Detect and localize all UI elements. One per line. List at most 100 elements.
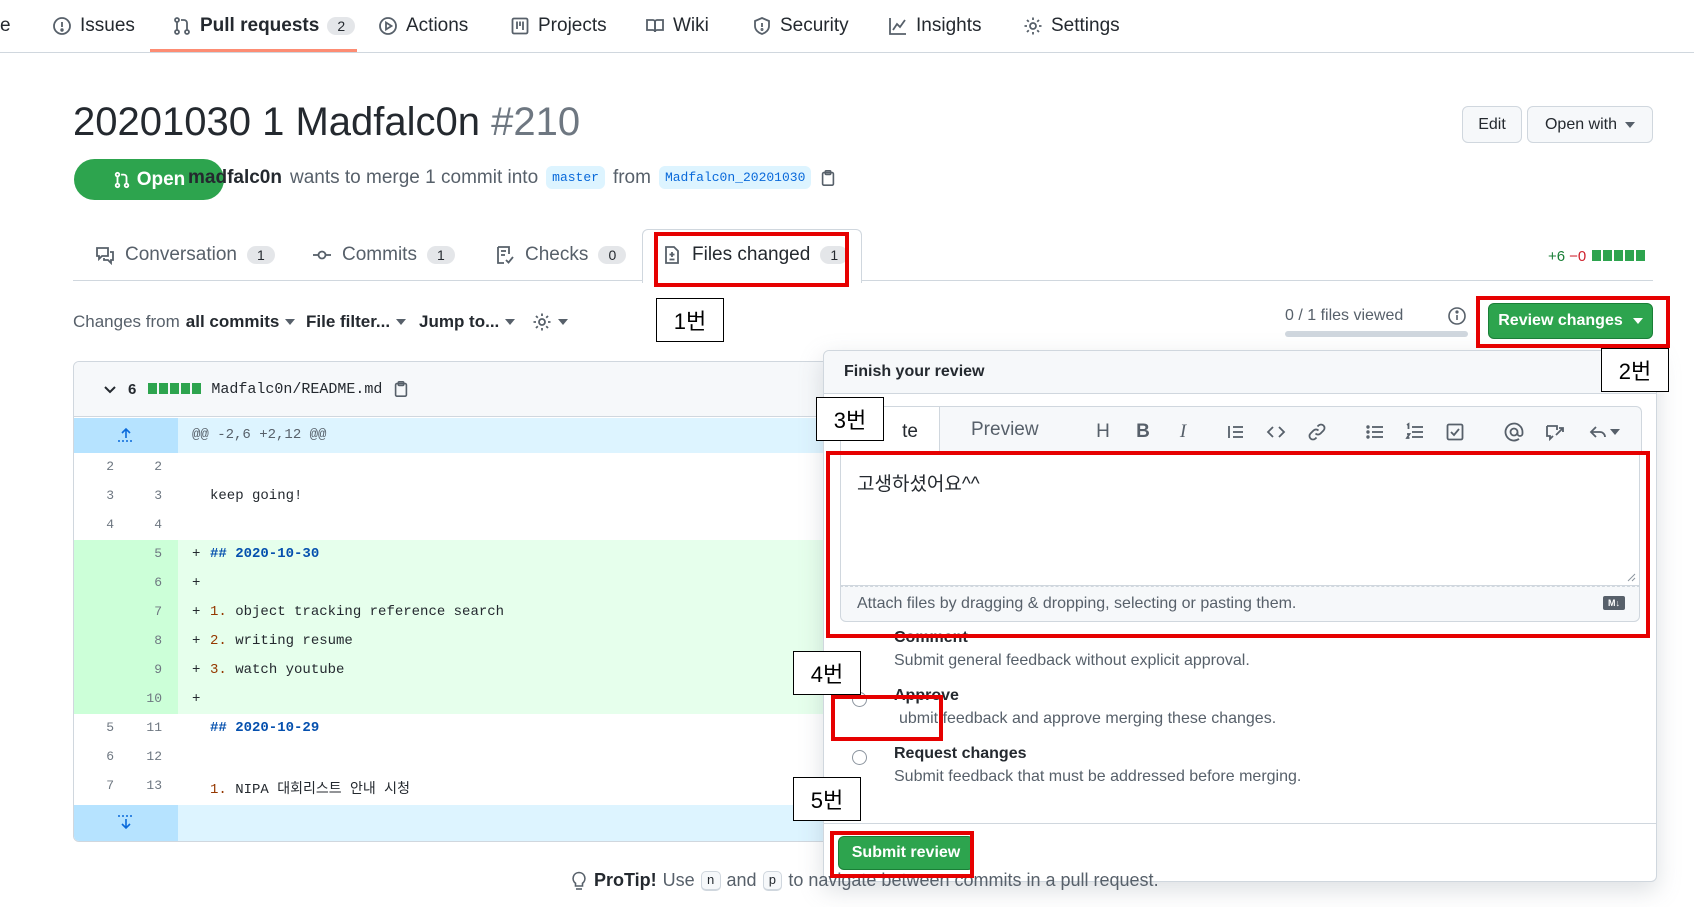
new-line-number[interactable]: 4 — [122, 517, 162, 532]
expand-down-button[interactable] — [74, 805, 178, 841]
copy-icon[interactable] — [819, 169, 837, 187]
annotation-step-5: 5번 — [793, 777, 861, 821]
code-icon[interactable] — [1264, 421, 1288, 443]
jump-to-dropdown[interactable]: Jump to... — [419, 312, 516, 332]
cross-reference-icon[interactable] — [1543, 421, 1567, 443]
nav-item-security[interactable]: Security — [752, 0, 849, 52]
new-line-number[interactable]: 10 — [122, 691, 162, 706]
pr-author[interactable]: madfalc0n — [188, 167, 282, 189]
diff-settings-dropdown[interactable] — [532, 312, 568, 332]
diff-code — [192, 517, 210, 533]
new-line-number[interactable]: 3 — [122, 488, 162, 503]
radio-request-changes[interactable] — [852, 750, 867, 765]
old-line-number[interactable]: 4 — [74, 517, 114, 532]
diff-row: 9 +3. watch youtube — [74, 656, 904, 685]
diff-row: 5 11 ## 2020-10-29 — [74, 714, 904, 743]
task-list-icon[interactable] — [1443, 421, 1467, 443]
diff-sign: + — [192, 691, 201, 707]
chevron-down-icon[interactable] — [102, 381, 118, 397]
diff-code: + ## 2020-10-30 — [192, 546, 319, 562]
ordered-list-icon[interactable] — [1403, 421, 1427, 443]
diff-row: 44 — [74, 511, 904, 540]
list-number: 1. — [210, 604, 227, 620]
new-line-number[interactable]: 5 — [122, 546, 162, 561]
graph-icon — [889, 18, 906, 35]
new-line-number[interactable]: 12 — [122, 749, 162, 764]
highlight-review-changes — [1476, 296, 1670, 348]
diff-code — [192, 459, 210, 475]
nav-item-projects[interactable]: Projects — [510, 0, 607, 52]
old-line-number[interactable]: 5 — [74, 720, 114, 735]
new-line-number[interactable]: 2 — [122, 459, 162, 474]
nav-item-code-cut[interactable]: e — [0, 0, 11, 52]
expand-up-button[interactable] — [74, 418, 178, 453]
diff-code: keep going! — [192, 488, 302, 504]
new-line-number[interactable]: 8 — [122, 633, 162, 648]
open-with-button[interactable]: Open with — [1527, 106, 1653, 143]
lines-changed: 6 — [128, 380, 137, 398]
project-board-icon — [511, 17, 529, 35]
diff-code: + — [192, 691, 210, 707]
old-line-number[interactable]: 2 — [74, 459, 114, 474]
tab-preview[interactable]: Preview — [971, 419, 1039, 441]
heading-icon[interactable]: H — [1091, 421, 1115, 443]
reply-icon[interactable] — [1584, 421, 1624, 443]
diff-sign: + — [192, 662, 201, 678]
tab-commits[interactable]: Commits 1 — [312, 229, 455, 281]
gear-icon — [533, 313, 551, 331]
review-popover-header: Finish your review — [824, 351, 1656, 394]
new-line-number[interactable]: 7 — [122, 604, 162, 619]
new-line-number[interactable]: 13 — [122, 778, 162, 793]
changes-from-dropdown[interactable]: Changes from all commits — [73, 312, 296, 332]
diff-text: NIPA 대회리스트 안내 시청 — [226, 782, 410, 798]
old-line-number[interactable]: 3 — [74, 488, 114, 503]
new-line-number[interactable]: 6 — [122, 575, 162, 590]
nav-item-issues[interactable]: Issues — [52, 0, 135, 52]
unordered-list-icon[interactable] — [1363, 421, 1387, 443]
highlight-submit-review — [830, 831, 974, 878]
info-icon[interactable] — [1447, 306, 1467, 326]
file-filter-dropdown[interactable]: File filter... — [306, 312, 407, 332]
diff-code: +1. object tracking reference search — [192, 604, 504, 620]
nav-item-actions[interactable]: Actions — [378, 0, 468, 52]
unfold-down-icon — [118, 815, 134, 830]
diff-text: writing resume — [226, 633, 353, 649]
pull-request-icon — [174, 17, 190, 35]
tab-conversation[interactable]: Conversation 1 — [95, 229, 275, 281]
file-diff: 6 Madfalc0n/README.md @@ -2,6 +2,12 @@ 2… — [73, 361, 905, 842]
file-path[interactable]: Madfalc0n/README.md — [211, 381, 382, 398]
repo-nav: e Issues Pull requests 2 Actions Project… — [0, 0, 1694, 53]
highlight-approve — [831, 695, 943, 741]
old-line-number[interactable]: 7 — [74, 778, 114, 793]
diff-text: watch youtube — [226, 662, 345, 678]
diff-row: 5 + ## 2020-10-30 — [74, 540, 904, 569]
annotation-step-1: 1번 — [656, 298, 724, 342]
comment-discussion-icon — [96, 247, 114, 265]
tab-checks[interactable]: Checks 0 — [495, 229, 627, 281]
link-icon[interactable] — [1305, 421, 1329, 443]
chevron-down-icon — [1625, 121, 1636, 128]
nav-item-wiki[interactable]: Wiki — [645, 0, 709, 52]
head-branch[interactable]: Madfalc0n_20201030 — [658, 166, 812, 189]
diff-text: object tracking reference search — [226, 604, 505, 620]
mention-icon[interactable] — [1502, 421, 1526, 443]
new-line-number[interactable]: 9 — [122, 662, 162, 677]
quote-icon[interactable] — [1224, 421, 1248, 443]
nav-item-insights[interactable]: Insights — [888, 0, 981, 52]
pr-title: 20201030 1 Madfalc0n — [73, 100, 480, 144]
diff-row: 6 12 — [74, 743, 904, 772]
old-line-number[interactable]: 6 — [74, 749, 114, 764]
shield-icon — [754, 17, 770, 35]
bold-icon[interactable]: B — [1131, 421, 1155, 443]
nav-item-pull-requests[interactable]: Pull requests 2 — [172, 0, 356, 52]
diffstat-blocks — [146, 381, 202, 398]
diff-sign: + — [192, 575, 201, 591]
unfold-up-icon — [118, 427, 134, 442]
files-viewed-count: 0 / 1 files viewed — [1285, 307, 1404, 324]
edit-button[interactable]: Edit — [1462, 106, 1522, 143]
new-line-number[interactable]: 11 — [122, 720, 162, 735]
italic-icon[interactable]: I — [1171, 421, 1195, 443]
copy-icon[interactable] — [392, 380, 410, 398]
base-branch[interactable]: master — [546, 166, 605, 189]
nav-item-settings[interactable]: Settings — [1023, 0, 1120, 52]
